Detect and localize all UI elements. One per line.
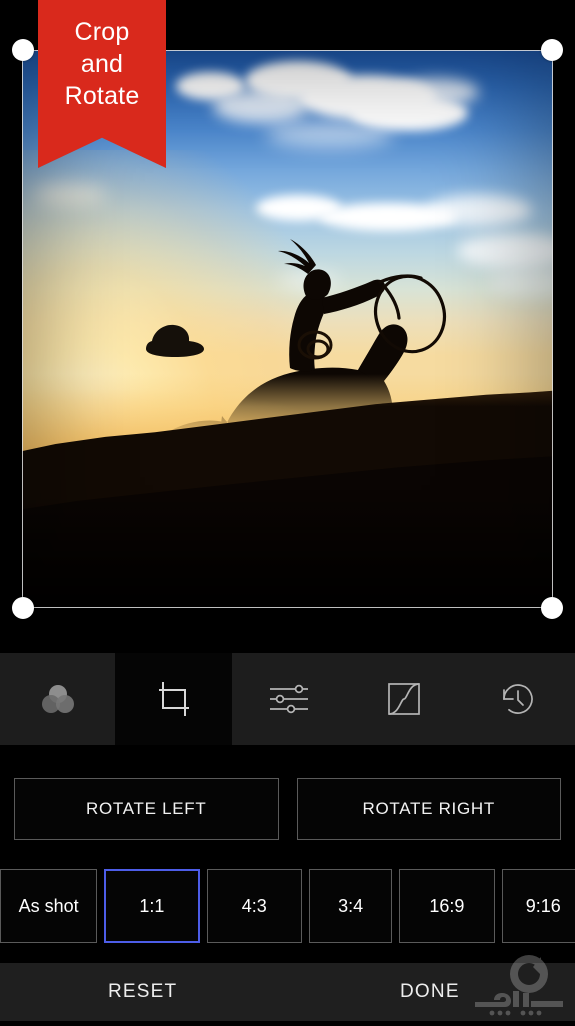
aspect-ratio-4-3[interactable]: 4:3 <box>206 869 302 943</box>
tab-crop[interactable] <box>115 653 232 745</box>
rotate-right-button[interactable]: ROTATE RIGHT <box>296 778 561 840</box>
aspect-ratio-16-9[interactable]: 16:9 <box>399 869 495 943</box>
tab-curves[interactable] <box>347 653 461 745</box>
app-screen: Crop and Rotate ROTATE LEFT ROTATE RIGHT… <box>0 0 575 1021</box>
crop-icon <box>152 677 196 721</box>
crop-handle-top-left[interactable] <box>12 39 34 61</box>
aspect-ratio-label: As shot <box>18 895 79 916</box>
bottom-action-bar: RESET DONE <box>0 955 575 1021</box>
rotate-left-label: ROTATE LEFT <box>86 799 207 818</box>
photo-stage[interactable]: Crop and Rotate <box>0 0 575 650</box>
rotate-button-row: ROTATE LEFT ROTATE RIGHT <box>0 778 575 840</box>
aspect-ratio-3-4[interactable]: 3:4 <box>308 869 393 943</box>
aspect-ratio-label: 1:1 <box>139 895 165 916</box>
reset-button[interactable]: RESET <box>108 963 177 1021</box>
tab-tune[interactable] <box>232 653 347 745</box>
crop-handle-bottom-left[interactable] <box>12 597 34 619</box>
rotate-right-label: ROTATE RIGHT <box>362 799 495 818</box>
aspect-ratio-9-16[interactable]: 9:16 <box>501 869 575 943</box>
aspect-ratio-1-1[interactable]: 1:1 <box>104 869 200 943</box>
curves-icon <box>382 677 426 721</box>
crop-handle-bottom-right[interactable] <box>541 597 563 619</box>
banner-line-2: and <box>80 50 124 78</box>
done-button[interactable]: DONE <box>400 963 460 1021</box>
aspect-ratio-label: 16:9 <box>429 895 465 916</box>
filters-icon <box>36 677 80 721</box>
aspect-ratio-label: 4:3 <box>241 895 267 916</box>
aspect-ratio-label: 9:16 <box>525 895 561 916</box>
aspect-ratio-as-shot[interactable]: As shot <box>0 869 98 943</box>
reset-label: RESET <box>108 981 178 1002</box>
sazeha-watermark-logo <box>467 951 571 1021</box>
sliders-icon <box>266 677 314 721</box>
tool-tabs <box>0 653 575 745</box>
banner-line-3: Rotate <box>64 82 140 110</box>
done-label: DONE <box>400 981 460 1002</box>
aspect-ratio-row: As shot 1:1 4:3 3:4 16:9 9:16 <box>0 869 575 943</box>
tab-looks[interactable] <box>0 653 115 745</box>
history-icon <box>496 677 540 721</box>
rotate-left-button[interactable]: ROTATE LEFT <box>14 778 279 840</box>
crop-handle-top-right[interactable] <box>541 39 563 61</box>
aspect-ratio-label: 3:4 <box>338 895 364 916</box>
tab-history[interactable] <box>461 653 575 745</box>
banner-line-1: Crop <box>74 18 130 46</box>
